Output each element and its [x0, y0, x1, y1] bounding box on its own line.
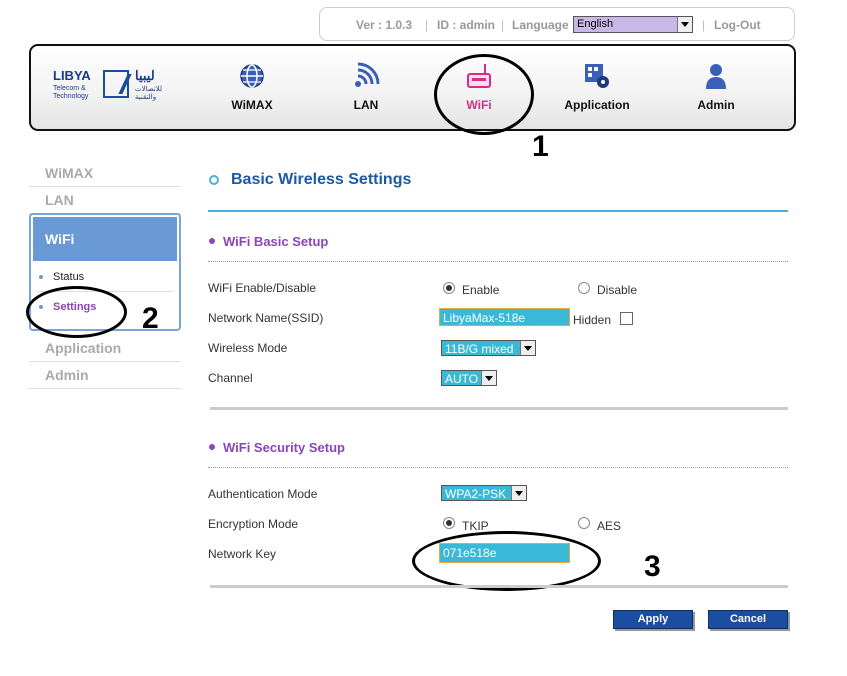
wifi-enable-label: WiFi Enable/Disable — [208, 281, 317, 295]
cancel-button[interactable]: Cancel — [708, 610, 788, 629]
logout-link[interactable]: Log-Out — [714, 18, 761, 32]
channel-label: Channel — [208, 371, 253, 385]
auth-mode-select[interactable]: WPA2-PSK — [441, 485, 527, 501]
annotation-circle-wifi — [434, 54, 534, 135]
globe-icon — [240, 64, 264, 88]
language-select[interactable]: English — [573, 16, 693, 33]
wifi-disable-radio[interactable] — [578, 282, 590, 294]
user-icon — [706, 64, 726, 89]
chevron-down-icon — [520, 341, 535, 355]
encryption-mode-label: Encryption Mode — [208, 517, 299, 531]
annotation-number-1: 1 — [532, 130, 549, 163]
title-bullet-icon — [209, 175, 219, 185]
annotation-number-2: 2 — [142, 302, 159, 335]
enable-option-label: Enable — [462, 283, 500, 297]
nav-application[interactable]: Application — [547, 62, 647, 112]
sidebar-item-wifi[interactable]: WiFi — [33, 217, 177, 261]
language-label: Language — [512, 18, 569, 32]
annotation-number-3: 3 — [644, 550, 661, 583]
firmware-version: Ver : 1.0.3 — [356, 18, 413, 32]
aes-label: AES — [597, 519, 622, 533]
network-key-label: Network Key — [208, 547, 277, 561]
hidden-checkbox[interactable] — [620, 312, 633, 325]
sidebar-subitem-status[interactable]: Status — [39, 271, 84, 283]
aes-radio[interactable] — [578, 517, 590, 529]
section-title-basic: WiFi Basic Setup — [223, 234, 329, 249]
chevron-down-icon — [511, 486, 526, 500]
section-title-security: WiFi Security Setup — [223, 440, 345, 455]
sidebar-item-wimax[interactable]: WiMAX — [29, 160, 181, 187]
ssid-input[interactable]: LibyaMax-518e — [439, 308, 570, 326]
ssid-label: Network Name(SSID) — [208, 311, 324, 325]
wifi-enable-radio[interactable] — [443, 282, 455, 294]
sidebar-item-admin[interactable]: Admin — [29, 362, 181, 389]
application-gear-icon — [585, 64, 609, 88]
hidden-label: Hidden — [573, 313, 612, 327]
nav-wimax[interactable]: WiMAX — [202, 62, 302, 112]
wireless-mode-select[interactable]: 11B/G mixed — [441, 340, 536, 356]
sidebar-item-application[interactable]: Application — [29, 335, 181, 362]
tkip-radio[interactable] — [443, 517, 455, 529]
page-title: Basic Wireless Settings — [231, 171, 412, 188]
annotation-circle-network-key — [412, 531, 601, 591]
disable-option-label: Disable — [597, 283, 638, 297]
sidebar-item-lan[interactable]: LAN — [29, 187, 181, 214]
channel-select[interactable]: AUTO — [441, 370, 497, 386]
wireless-mode-label: Wireless Mode — [208, 341, 288, 355]
nav-lan[interactable]: LAN — [316, 62, 416, 112]
nav-admin[interactable]: Admin — [666, 62, 766, 112]
logo: LIBYA Telecom & Technology ليبيا للاتصال… — [53, 68, 163, 101]
user-id: ID : admin — [437, 18, 496, 32]
signal-icon — [355, 62, 380, 87]
top-status-bar: Ver : 1.0.3 | ID : admin | Language Engl… — [319, 7, 795, 41]
annotation-circle-settings — [26, 286, 127, 338]
chevron-down-icon — [481, 371, 496, 385]
main-navigation: LIBYA Telecom & Technology ليبيا للاتصال… — [29, 44, 796, 131]
apply-button[interactable]: Apply — [613, 610, 693, 629]
auth-mode-label: Authentication Mode — [208, 487, 318, 501]
chevron-down-icon — [677, 17, 692, 32]
